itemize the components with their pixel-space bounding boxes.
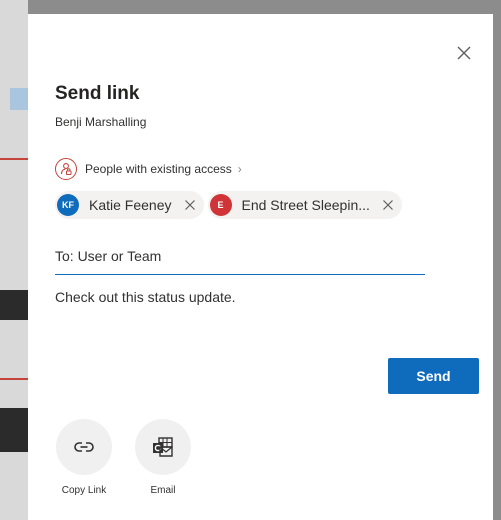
existing-access-link[interactable]: People with existing access ›	[55, 157, 242, 181]
email-button[interactable]	[135, 419, 191, 475]
overlay-right	[493, 14, 501, 520]
outlook-email-icon	[153, 437, 173, 457]
close-icon	[457, 46, 471, 60]
chevron-right-icon: ›	[237, 162, 242, 176]
to-input[interactable]	[55, 239, 425, 273]
copy-link-option[interactable]: Copy Link	[55, 419, 113, 496]
email-option[interactable]: Email	[134, 419, 192, 496]
avatar: KF	[57, 194, 79, 216]
people-lock-icon	[55, 158, 77, 180]
close-icon	[184, 200, 195, 210]
avatar: E	[209, 194, 232, 216]
to-field	[55, 239, 425, 275]
owner-name: Benji Marshalling	[55, 115, 147, 129]
existing-access-label: People with existing access	[85, 162, 232, 176]
dialog-title: Send link	[55, 83, 140, 104]
email-label: Email	[150, 485, 176, 496]
background-app-strip	[0, 0, 28, 520]
send-button[interactable]: Send	[388, 358, 479, 394]
close-button[interactable]	[456, 45, 472, 61]
copy-link-button[interactable]	[56, 419, 112, 475]
recipient-name: End Street Sleepin...	[241, 197, 370, 213]
link-icon	[74, 442, 94, 452]
copy-link-label: Copy Link	[61, 485, 107, 496]
close-icon	[382, 200, 393, 210]
recipient-list: KF Katie Feeney E End Street Sleepin...	[55, 191, 406, 219]
send-link-dialog: Send link Benji Marshalling People with …	[28, 14, 493, 520]
overlay-top	[28, 0, 501, 14]
remove-recipient-button[interactable]	[382, 198, 396, 212]
recipient-chip[interactable]: E End Street Sleepin...	[207, 191, 402, 219]
recipient-name: Katie Feeney	[89, 197, 172, 213]
recipient-chip[interactable]: KF Katie Feeney	[55, 191, 204, 219]
message-field[interactable]: Check out this status update.	[55, 289, 425, 359]
remove-recipient-button[interactable]	[184, 198, 198, 212]
